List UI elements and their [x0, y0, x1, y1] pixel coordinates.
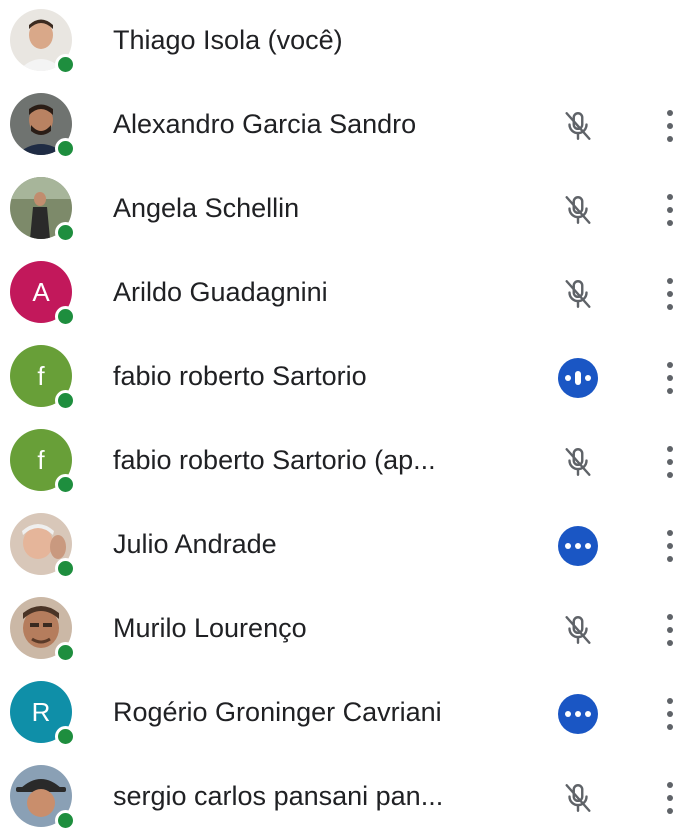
- participant-name: fabio roberto Sartorio: [113, 361, 367, 391]
- mic-off-icon: [556, 776, 600, 820]
- online-indicator: [55, 558, 76, 579]
- more-vert-icon: [667, 614, 673, 620]
- more-options-button[interactable]: [660, 530, 679, 562]
- participant-row[interactable]: f fabio roberto Sartorio: [0, 336, 679, 420]
- more-options-button[interactable]: [660, 782, 679, 814]
- more-options-button[interactable]: [660, 194, 679, 226]
- more-vert-icon: [667, 698, 673, 704]
- more-options-button[interactable]: [660, 614, 679, 646]
- audio-level-icon: [556, 356, 600, 400]
- online-indicator: [55, 642, 76, 663]
- more-options-button[interactable]: [660, 278, 679, 310]
- more-options-button[interactable]: [660, 362, 679, 394]
- participant-row[interactable]: Thiago Isola (você): [0, 0, 679, 84]
- online-indicator: [55, 54, 76, 75]
- participant-row[interactable]: Murilo Lourenço: [0, 588, 679, 672]
- mic-off-icon: [556, 272, 600, 316]
- mic-off-icon: [556, 440, 600, 484]
- participant-name: Murilo Lourenço: [113, 613, 307, 643]
- avatar: f: [10, 345, 76, 411]
- mic-off-icon: [556, 188, 600, 232]
- avatar: [10, 765, 76, 831]
- participant-name: Julio Andrade: [113, 529, 277, 559]
- avatar: [10, 9, 76, 75]
- more-vert-icon: [667, 782, 673, 788]
- talking-badge: [558, 358, 598, 398]
- avatar: [10, 513, 76, 579]
- avatar: f: [10, 429, 76, 495]
- more-vert-icon: [667, 110, 673, 116]
- participant-row[interactable]: R Rogério Groninger Cavriani: [0, 672, 679, 756]
- participant-name: Angela Schellin: [113, 193, 300, 223]
- avatar: [10, 93, 76, 159]
- mic-off-icon: [556, 608, 600, 652]
- avatar: [10, 177, 76, 243]
- more-vert-icon: [667, 446, 673, 452]
- more-vert-icon: [667, 530, 673, 536]
- online-indicator: [55, 138, 76, 159]
- participant-list: Thiago Isola (você) Alexandro Garcia San…: [0, 0, 679, 831]
- online-indicator: [55, 474, 76, 495]
- participant-name: Arildo Guadagnini: [113, 277, 328, 307]
- talking-badge: [558, 694, 598, 734]
- participant-name: Alexandro Garcia Sandro: [113, 109, 417, 139]
- participant-name: Rogério Groninger Cavriani: [113, 697, 442, 727]
- participant-name: sergio carlos pansani pan...: [113, 781, 444, 811]
- more-vert-icon: [667, 362, 673, 368]
- more-options-button[interactable]: [660, 110, 679, 142]
- audio-level-icon: [556, 692, 600, 736]
- talking-badge: [558, 526, 598, 566]
- participant-row[interactable]: A Arildo Guadagnini: [0, 252, 679, 336]
- participant-row[interactable]: Alexandro Garcia Sandro: [0, 84, 679, 168]
- online-indicator: [55, 222, 76, 243]
- more-vert-icon: [667, 194, 673, 200]
- avatar: R: [10, 681, 76, 747]
- participant-row[interactable]: Angela Schellin: [0, 168, 679, 252]
- more-options-button[interactable]: [660, 446, 679, 478]
- avatar: A: [10, 261, 76, 327]
- participant-name: fabio roberto Sartorio (ap...: [113, 445, 436, 475]
- participant-row[interactable]: sergio carlos pansani pan...: [0, 756, 679, 831]
- more-vert-icon: [667, 278, 673, 284]
- online-indicator: [55, 306, 76, 327]
- avatar: [10, 597, 76, 663]
- online-indicator: [55, 390, 76, 411]
- more-options-button[interactable]: [660, 698, 679, 730]
- mic-off-icon: [556, 104, 600, 148]
- participant-row[interactable]: f fabio roberto Sartorio (ap...: [0, 420, 679, 504]
- participant-row[interactable]: Julio Andrade: [0, 504, 679, 588]
- audio-level-icon: [556, 524, 600, 568]
- participant-name: Thiago Isola (você): [113, 25, 343, 55]
- online-indicator: [55, 726, 76, 747]
